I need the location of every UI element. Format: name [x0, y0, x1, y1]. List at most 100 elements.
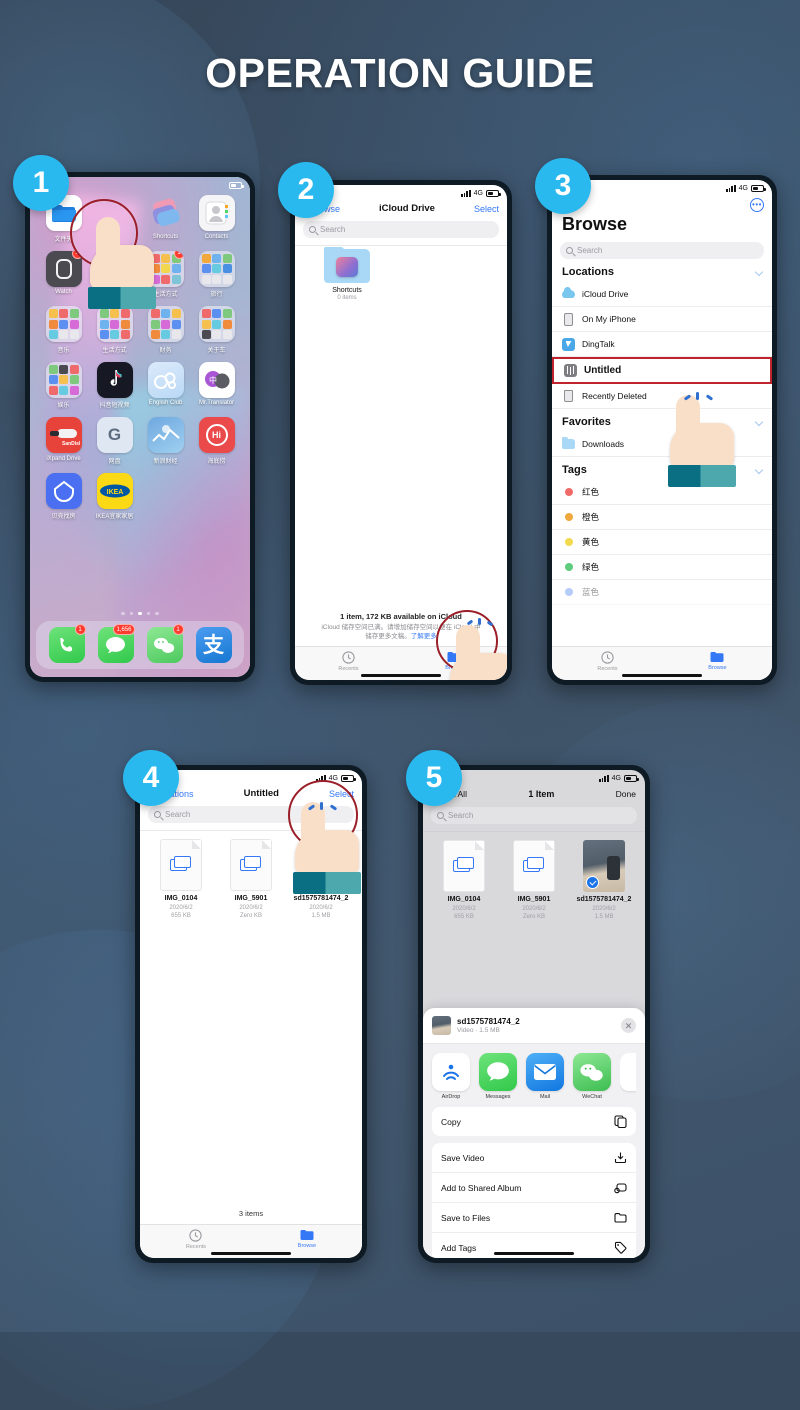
tab-recents[interactable]: Recents	[597, 650, 618, 672]
app-label: IKEA宜家家居	[95, 514, 134, 520]
share-target-wechat[interactable]: WeChat	[573, 1053, 611, 1100]
done-button[interactable]: Done	[616, 789, 636, 799]
learn-more-link[interactable]: 了解更多	[411, 633, 437, 640]
app-english-club[interactable]: English Club	[140, 361, 191, 410]
file-size: Zero KB	[239, 912, 262, 919]
file-item[interactable]: IMG_0104 2020/6/2 655 KB	[148, 839, 214, 920]
app-haidilao[interactable]: Hi 海底捞	[191, 417, 242, 465]
step2-phone-frame: 4G Browse iCloud Drive Select Search	[290, 180, 512, 685]
location-row-recently-deleted[interactable]: Recently Deleted	[552, 384, 772, 409]
battery-icon	[486, 189, 501, 197]
action-copy[interactable]: Copy	[432, 1107, 636, 1136]
location-row-on-my-iphone[interactable]: On My iPhone	[552, 307, 772, 332]
search-input[interactable]: Search	[560, 242, 764, 259]
search-placeholder: Search	[577, 246, 603, 255]
tag-row-yellow[interactable]: 黄色	[552, 530, 772, 555]
app-folder-lifestyle-2[interactable]: 生活方式	[89, 306, 140, 354]
search-input[interactable]: Search	[431, 807, 637, 824]
share-file-name: sd1575781474_2	[457, 1017, 520, 1026]
google-icon: G	[96, 417, 133, 453]
folder-icon: 1	[147, 250, 184, 287]
step4-phone-frame: 4G Locations Untitled Select Search I	[135, 765, 367, 1263]
app-ixpand-drive[interactable]: SanDisk iXpand Drive	[38, 417, 89, 465]
location-row-dingtalk[interactable]: DingTalk	[552, 332, 772, 357]
alipay-icon[interactable]: 支	[195, 627, 232, 663]
app-label: 网盘	[108, 458, 121, 465]
share-app-row: AirDrop Messages Mail WeChat	[423, 1044, 645, 1107]
favorite-row-downloads[interactable]: Downloads	[552, 432, 772, 457]
chevron-down-icon[interactable]	[754, 417, 764, 427]
chevron-down-icon[interactable]	[754, 267, 764, 277]
messages-icon[interactable]: 1,656	[97, 624, 135, 663]
app-folder-finance[interactable]: 财务	[140, 306, 191, 354]
network-label: 4G	[611, 774, 621, 782]
file-item[interactable]: IMG_5901 2020/6/2 Zero KB	[501, 840, 567, 921]
chevron-down-icon[interactable]	[754, 465, 764, 475]
english-club-icon	[147, 361, 184, 398]
action-add-to-shared-album[interactable]: Add to Shared Album	[432, 1173, 636, 1203]
folder-icon	[45, 361, 82, 398]
page-title: OPERATION GUIDE	[205, 50, 595, 96]
app-label: 生活方式	[102, 347, 127, 354]
close-icon[interactable]: ✕	[621, 1018, 636, 1033]
share-sheet: sd1575781474_2 Video · 1.5 MB ✕ AirDrop	[423, 1008, 645, 1258]
location-row-icloud-drive[interactable]: iCloud Drive	[552, 282, 772, 307]
wechat-icon	[573, 1053, 611, 1091]
tag-row-blue[interactable]: 蓝色	[552, 580, 772, 605]
file-name: IMG_5901	[234, 895, 268, 902]
tag-row-green[interactable]: 绿色	[552, 555, 772, 580]
wechat-icon[interactable]: 1	[146, 624, 184, 663]
file-item-selected[interactable]: sd1575781474_2 2020/6/2 1.5 MB	[571, 840, 637, 921]
action-save-video[interactable]: Save Video	[432, 1143, 636, 1173]
select-button[interactable]: Select	[474, 204, 499, 214]
app-label: 贝壳找房	[51, 514, 76, 520]
battery-icon	[341, 774, 356, 782]
location-row-untitled[interactable]: Untitled	[552, 357, 772, 384]
app-folder-music[interactable]: 音乐	[38, 306, 89, 354]
tag-row-orange[interactable]: 橙色	[552, 505, 772, 530]
clock-icon	[342, 650, 355, 664]
app-sina-finance[interactable]: 新浪财经	[140, 417, 191, 465]
contacts-icon	[198, 195, 235, 231]
step4-screen: 4G Locations Untitled Select Search I	[140, 770, 362, 1258]
app-folder-entertainment[interactable]: 娱乐	[38, 361, 89, 409]
app-shortcuts[interactable]: Shortcuts	[140, 195, 191, 243]
home-indicator	[622, 674, 702, 677]
app-label: Mr.Translator	[198, 400, 235, 406]
app-label: 生活方式	[153, 292, 178, 298]
share-target-more[interactable]	[620, 1053, 636, 1100]
app-beike[interactable]: 贝壳找房	[38, 472, 89, 520]
battery-icon	[229, 181, 244, 189]
app-ikea[interactable]: IKEA IKEA宜家家居	[89, 472, 140, 520]
app-contacts[interactable]: Contacts	[191, 195, 242, 243]
folder-item-shortcuts[interactable]: Shortcuts 0 items	[321, 247, 373, 301]
share-target-messages[interactable]: Messages	[479, 1053, 517, 1100]
tab-browse[interactable]: Browse	[708, 651, 727, 671]
share-target-mail[interactable]: Mail	[526, 1053, 564, 1100]
tab-recents[interactable]: Recents	[338, 650, 359, 672]
row-label: 蓝色	[582, 587, 600, 597]
share-target-airdrop[interactable]: AirDrop	[432, 1053, 470, 1100]
file-date: 2020/6/2	[309, 904, 333, 911]
ellipsis-icon[interactable]: •••	[750, 198, 764, 212]
phone-icon[interactable]: 1	[48, 624, 86, 663]
file-item[interactable]: IMG_0104 2020/6/2 655 KB	[431, 840, 497, 921]
app-google-drive[interactable]: G 网盘	[89, 417, 140, 465]
tag-row-red[interactable]: 红色	[552, 480, 772, 505]
tab-browse[interactable]: Browse	[298, 1229, 316, 1249]
app-folder-travel[interactable]: 旅行	[191, 250, 242, 298]
app-translator[interactable]: 中 Mr.Translator	[191, 361, 242, 410]
svg-text:SanDisk: SanDisk	[62, 441, 80, 447]
action-save-to-files[interactable]: Save to Files	[432, 1203, 636, 1233]
app-folder-lifestyle-1[interactable]: 1 生活方式	[140, 250, 191, 298]
mail-icon	[526, 1053, 564, 1091]
signal-bars-icon	[461, 189, 471, 197]
app-folder-car[interactable]: 关于车	[191, 306, 242, 354]
file-item[interactable]: sd1575781474_2 2020/6/2 1.5 MB	[288, 839, 354, 920]
file-item[interactable]: IMG_5901 2020/6/2 Zero KB	[218, 839, 284, 920]
tab-recents[interactable]: Recents	[186, 1228, 206, 1250]
search-input[interactable]: Search	[303, 221, 499, 238]
folder-item-count: 0 items	[337, 295, 357, 301]
file-name: sd1575781474_2	[576, 896, 632, 903]
app-tiktok[interactable]: 抖音短视频	[89, 361, 140, 409]
